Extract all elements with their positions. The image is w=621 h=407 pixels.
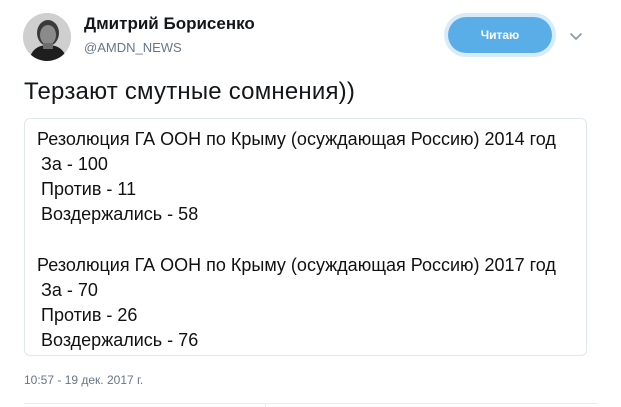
resolution-2014-title: Резолюция ГА ООН по Крыму (осуждающая Ро… — [37, 129, 556, 149]
resolution-2014-for: За - 100 — [41, 154, 108, 174]
chevron-down-icon[interactable] — [568, 28, 584, 44]
tweet-timestamp[interactable]: 10:57 - 19 дек. 2017 г. — [24, 373, 143, 387]
tweet-media-image[interactable]: Резолюция ГА ООН по Крыму (осуждающая Ро… — [24, 118, 587, 356]
tweet-text: Терзают смутные сомнения)) — [24, 78, 356, 105]
resolution-2017-abstained: Воздержались - 76 — [41, 330, 199, 350]
resolution-2017-title: Резолюция ГА ООН по Крыму (осуждающая Ро… — [37, 255, 556, 275]
resolution-2017-for: За - 70 — [41, 280, 98, 300]
author-name[interactable]: Дмитрий Борисенко — [84, 14, 255, 34]
resolution-2014-against: Против - 11 — [41, 179, 137, 199]
resolution-2014-abstained: Воздержались - 58 — [41, 204, 199, 224]
divider-tick — [265, 403, 266, 407]
follow-button[interactable]: Читаю — [448, 17, 552, 53]
resolution-2017-against: Против - 26 — [41, 305, 138, 325]
user-photo-icon — [23, 13, 71, 61]
avatar[interactable] — [23, 13, 71, 61]
divider — [24, 403, 597, 404]
author-handle[interactable]: @AMDN_NEWS — [84, 40, 182, 55]
